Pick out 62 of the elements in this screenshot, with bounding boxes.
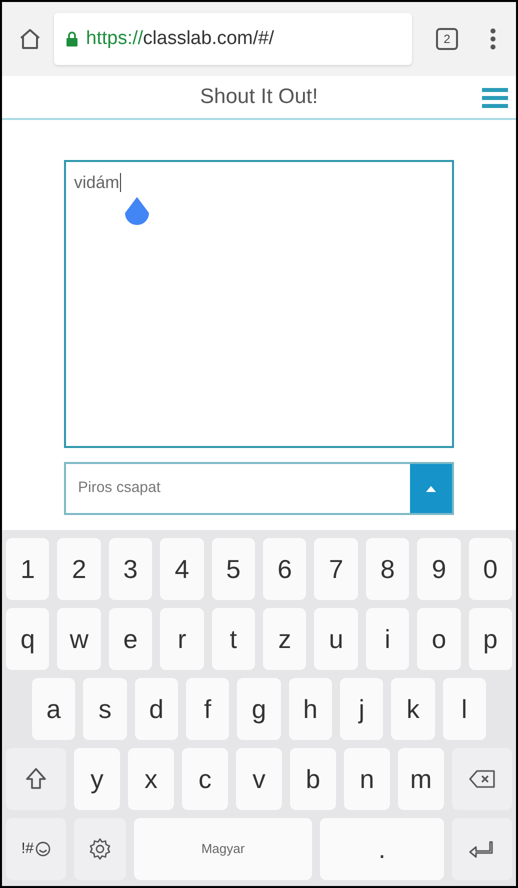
keyboard-key[interactable]: v [236, 748, 282, 810]
backspace-icon [468, 769, 496, 789]
keyboard-key[interactable]: x [128, 748, 174, 810]
caret-icon [426, 486, 436, 492]
backspace-key[interactable] [452, 748, 512, 810]
keyboard-key[interactable]: l [442, 678, 486, 740]
keyboard-key[interactable]: o [417, 608, 461, 670]
space-key[interactable]: Magyar [134, 818, 312, 880]
keyboard-key[interactable]: d [134, 678, 178, 740]
keyboard-key[interactable]: 7 [314, 538, 358, 600]
keyboard-key[interactable]: j [340, 678, 384, 740]
keyboard-key[interactable]: i [366, 608, 410, 670]
keyboard-key[interactable]: 3 [108, 538, 152, 600]
keyboard-key[interactable]: 8 [366, 538, 410, 600]
keyboard-key[interactable]: u [314, 608, 358, 670]
home-icon[interactable] [18, 27, 42, 51]
keyboard-key[interactable]: s [83, 678, 127, 740]
message-text: vidám [74, 173, 122, 192]
keyboard-key[interactable]: y [74, 748, 120, 810]
message-field[interactable]: vidám [64, 160, 454, 448]
lock-icon [66, 31, 78, 47]
keyboard-key[interactable]: a [32, 678, 76, 740]
team-select[interactable]: Piros csapat [64, 462, 454, 515]
address-bar[interactable]: https://classlab.com/#/ [54, 13, 412, 65]
keyboard-key[interactable]: 1 [6, 538, 50, 600]
team-select-value: Piros csapat [77, 478, 162, 498]
menu-icon[interactable] [482, 87, 508, 109]
keyboard-key[interactable]: e [108, 608, 152, 670]
keyboard-key[interactable]: . [320, 818, 444, 880]
smiley-icon [34, 841, 51, 857]
shift-icon [25, 767, 47, 791]
keyboard-key[interactable]: h [288, 678, 332, 740]
settings-key[interactable] [74, 818, 126, 880]
keyboard-key[interactable]: c [182, 748, 228, 810]
keyboard-key[interactable]: t [212, 608, 256, 670]
dropdown-toggle[interactable] [410, 464, 452, 513]
keyboard-key[interactable]: b [290, 748, 336, 810]
keyboard-key[interactable]: q [6, 608, 50, 670]
keyboard-key[interactable]: n [344, 748, 390, 810]
keyboard-key[interactable]: r [160, 608, 204, 670]
keyboard-key[interactable]: 0 [468, 538, 512, 600]
keyboard-key[interactable]: 5 [212, 538, 256, 600]
shift-key[interactable] [6, 748, 66, 810]
keyboard-key[interactable]: k [391, 678, 435, 740]
keyboard-key[interactable]: 2 [57, 538, 101, 600]
keyboard-key[interactable]: g [237, 678, 281, 740]
enter-icon [468, 839, 496, 859]
more-icon[interactable] [490, 28, 496, 50]
page-title: Shout It Out! [200, 84, 318, 110]
keyboard-key[interactable]: z [263, 608, 306, 670]
tab-count[interactable]: 2 [436, 28, 458, 50]
settings-icon [88, 837, 112, 861]
keyboard-key[interactable]: m [398, 748, 444, 810]
symbols-key[interactable]: !# [6, 818, 66, 880]
keyboard-key[interactable]: 9 [417, 538, 461, 600]
keyboard-key[interactable]: w [57, 608, 101, 670]
keyboard-key[interactable]: f [186, 678, 230, 740]
keyboard-key[interactable]: 4 [160, 538, 204, 600]
enter-key[interactable] [452, 818, 512, 880]
keyboard-key[interactable]: 6 [263, 538, 306, 600]
url-text: https://classlab.com/#/ [86, 26, 274, 51]
keyboard-key[interactable]: p [468, 608, 512, 670]
